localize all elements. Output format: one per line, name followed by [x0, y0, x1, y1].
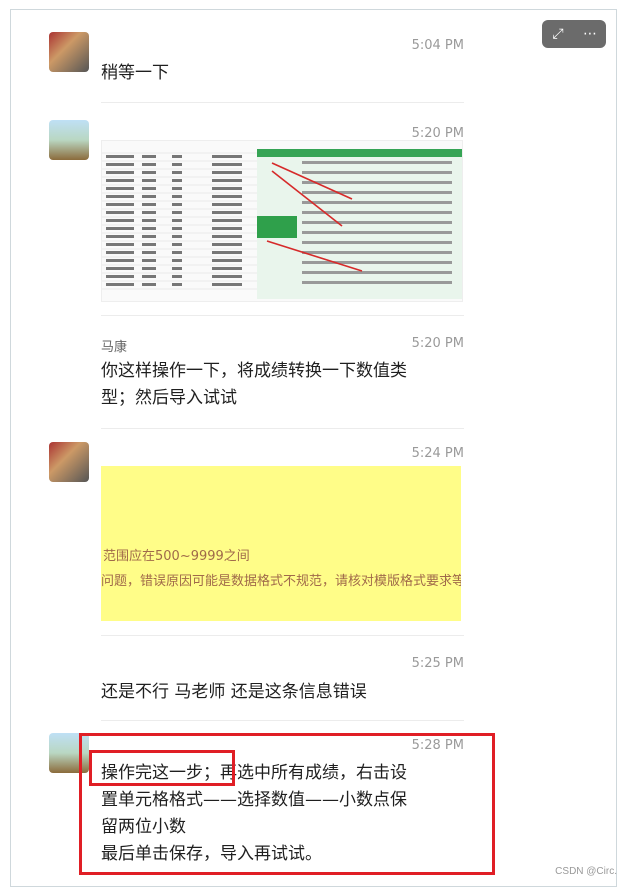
message-text: 稍等一下 — [101, 63, 169, 83]
error-screenshot-image[interactable]: 范围应在500~9999之间 问题，错误原因可能是数据格式不规范，请核对模版格式… — [101, 466, 461, 621]
top-actions: ⤢ ⋯ — [542, 20, 606, 48]
error-reason-text: 问题，错误原因可能是数据格式不规范，请核对模版格式要求等 — [101, 574, 461, 589]
annotation-inner-box — [89, 750, 235, 786]
message-time: 5:20 PM — [411, 126, 464, 141]
message-time: 5:24 PM — [411, 446, 464, 461]
message-text: 你这样操作一下，将成绩转换一下数值类 型；然后导入试试 — [101, 361, 407, 408]
watermark: CSDN @Circ. — [555, 866, 617, 877]
error-range-text: 范围应在500~9999之间 — [103, 549, 250, 564]
divider — [101, 102, 464, 103]
divider — [101, 428, 464, 429]
message-text: 还是不行 马老师 还是这条信息错误 — [101, 682, 367, 702]
more-icon[interactable]: ⋯ — [574, 20, 606, 48]
divider — [101, 635, 464, 636]
avatar[interactable] — [49, 442, 89, 482]
expand-icon[interactable]: ⤢ — [542, 20, 574, 48]
spreadsheet-screenshot-image[interactable] — [101, 140, 463, 302]
spreadsheet-thumbnail — [102, 141, 462, 301]
avatar[interactable] — [49, 32, 89, 72]
message-time: 5:04 PM — [411, 38, 464, 53]
message-time: 5:20 PM — [411, 336, 464, 351]
chat-window: ⤢ ⋯ 5:04 PM 稍等一下 5:20 PM 马康 5:20 PM 你这样操… — [10, 9, 617, 887]
divider — [101, 720, 464, 721]
message-time: 5:25 PM — [411, 656, 464, 671]
divider — [101, 315, 464, 316]
avatar[interactable] — [49, 120, 89, 160]
sender-name: 马康 — [101, 340, 128, 355]
